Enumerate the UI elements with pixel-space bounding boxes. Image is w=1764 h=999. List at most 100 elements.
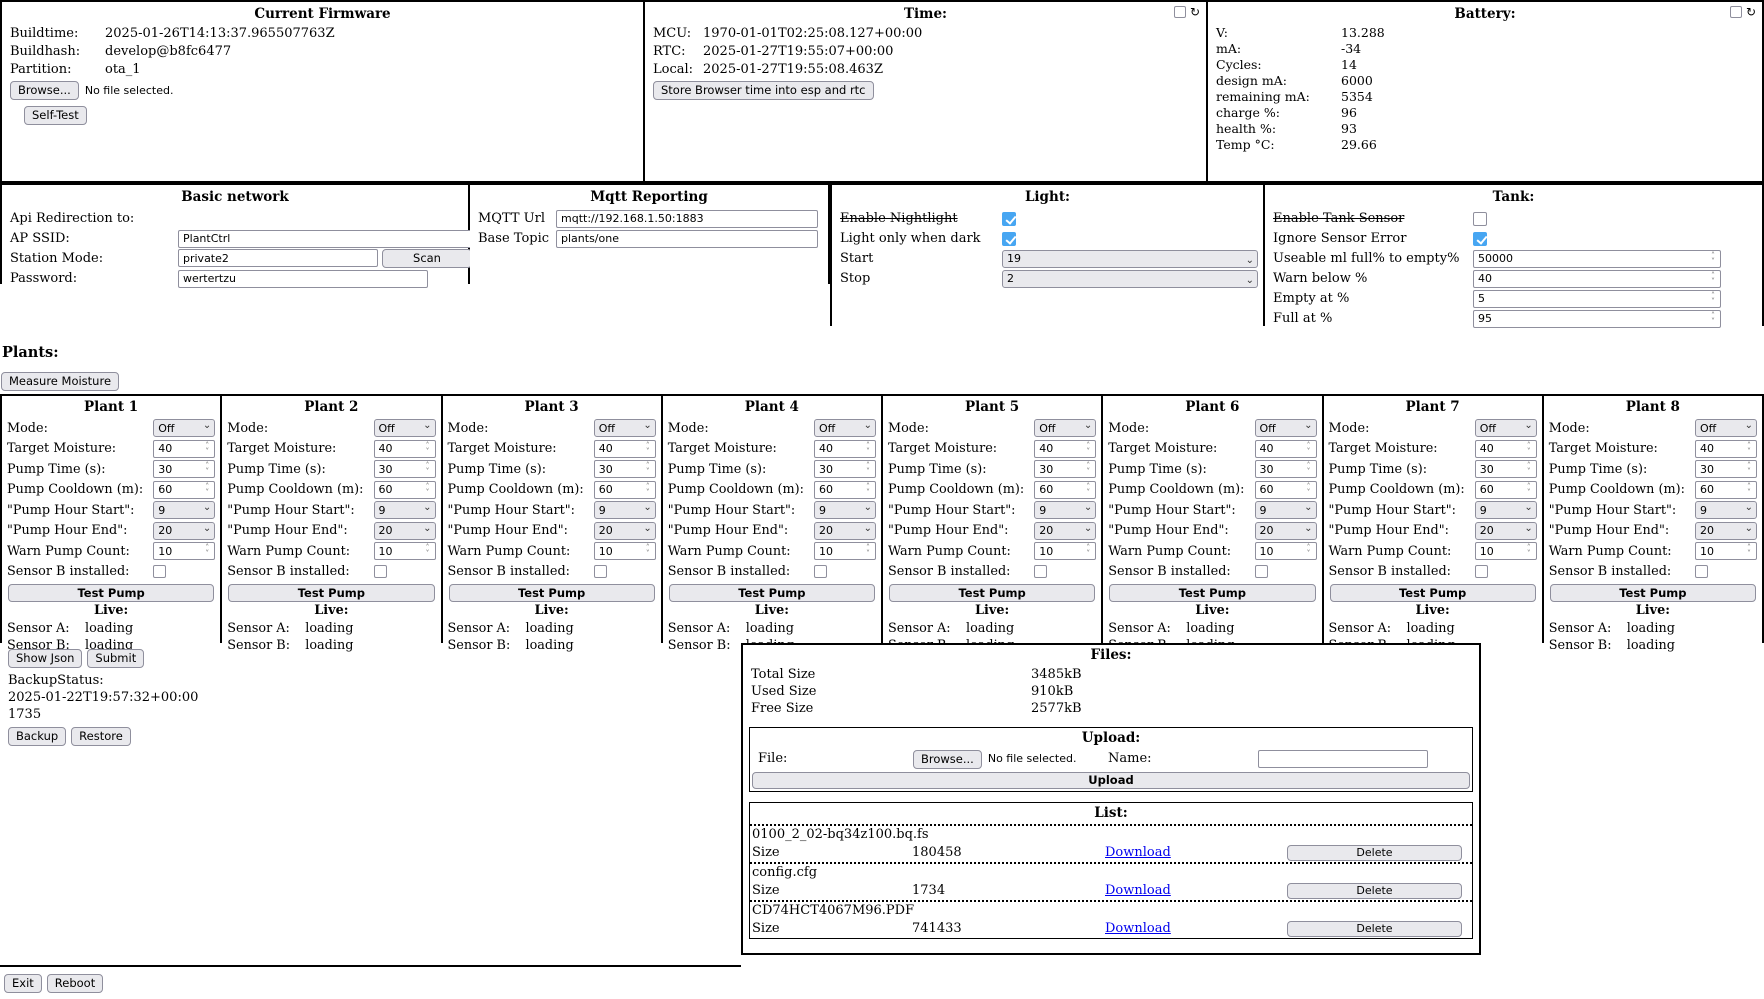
spinner-icon[interactable]: ˄˅ — [642, 543, 654, 559]
spinner-icon[interactable]: ˄˅ — [642, 482, 654, 498]
spinner-icon[interactable]: ˄˅ — [1303, 441, 1315, 457]
spinner-icon[interactable]: ˄˅ — [1707, 251, 1719, 267]
test-pump-button[interactable]: Test Pump — [1330, 584, 1536, 602]
backup-button[interactable]: Backup — [8, 727, 66, 746]
delete-button[interactable]: Delete — [1287, 883, 1462, 899]
sensor-b-installed-checkbox[interactable] — [814, 565, 827, 578]
spinner-icon[interactable]: ˄˅ — [1523, 461, 1535, 477]
reboot-button[interactable]: Reboot — [47, 974, 103, 993]
ignore-sensor-error-checkbox[interactable] — [1473, 232, 1487, 246]
sensor-b-installed-checkbox[interactable] — [153, 565, 166, 578]
spinner-icon[interactable]: ˄˅ — [1082, 543, 1094, 559]
pump-hour-end-select[interactable]: 20 — [153, 522, 215, 540]
spinner-icon[interactable]: ˄˅ — [201, 461, 213, 477]
sensor-b-installed-checkbox[interactable] — [1475, 565, 1488, 578]
download-link[interactable]: Download — [1097, 843, 1287, 862]
full-at-input[interactable] — [1474, 311, 1720, 327]
pump-hour-end-select[interactable]: 20 — [1255, 522, 1317, 540]
sensor-b-installed-checkbox[interactable] — [1034, 565, 1047, 578]
pump-hour-start-select[interactable]: 9 — [374, 501, 436, 519]
sensor-b-installed-checkbox[interactable] — [374, 565, 387, 578]
show-json-button[interactable]: Show Json — [8, 649, 82, 668]
mqtt-url-input[interactable] — [556, 210, 818, 228]
spinner-icon[interactable]: ˄˅ — [1707, 291, 1719, 307]
spinner-icon[interactable]: ˄˅ — [1082, 461, 1094, 477]
pump-hour-end-select[interactable]: 20 — [1475, 522, 1537, 540]
spinner-icon[interactable]: ˄˅ — [422, 482, 434, 498]
light-start-select[interactable]: 19 — [1002, 250, 1258, 268]
refresh-icon[interactable]: ↻ — [1190, 6, 1200, 18]
pump-hour-end-select[interactable]: 20 — [814, 522, 876, 540]
download-link[interactable]: Download — [1097, 919, 1287, 938]
spinner-icon[interactable]: ˄˅ — [1523, 441, 1535, 457]
test-pump-button[interactable]: Test Pump — [8, 584, 214, 602]
spinner-icon[interactable]: ˄˅ — [1743, 461, 1755, 477]
pump-hour-start-select[interactable]: 9 — [153, 501, 215, 519]
self-test-button[interactable]: Self-Test — [24, 106, 87, 125]
delete-button[interactable]: Delete — [1287, 921, 1462, 937]
spinner-icon[interactable]: ˄˅ — [1743, 441, 1755, 457]
upload-browse-button[interactable]: Browse... — [913, 750, 982, 769]
measure-moisture-button[interactable]: Measure Moisture — [1, 372, 119, 391]
test-pump-button[interactable]: Test Pump — [669, 584, 875, 602]
sensor-b-installed-checkbox[interactable] — [1255, 565, 1268, 578]
firmware-browse-button[interactable]: Browse... — [10, 81, 79, 100]
test-pump-button[interactable]: Test Pump — [889, 584, 1095, 602]
mode-select[interactable]: Off — [594, 419, 656, 437]
test-pump-button[interactable]: Test Pump — [449, 584, 655, 602]
upload-button[interactable]: Upload — [752, 772, 1470, 789]
pump-hour-start-select[interactable]: 9 — [1695, 501, 1757, 519]
mode-select[interactable]: Off — [1255, 419, 1317, 437]
spinner-icon[interactable]: ˄˅ — [1743, 482, 1755, 498]
base-topic-input[interactable] — [556, 230, 818, 248]
spinner-icon[interactable]: ˄˅ — [201, 543, 213, 559]
pump-hour-start-select[interactable]: 9 — [1255, 501, 1317, 519]
spinner-icon[interactable]: ˄˅ — [862, 543, 874, 559]
battery-auto-refresh-checkbox[interactable] — [1730, 6, 1742, 18]
station-ssid-input[interactable] — [178, 249, 378, 267]
useable-ml-input[interactable] — [1474, 251, 1720, 267]
scan-button[interactable]: Scan — [382, 249, 472, 268]
spinner-icon[interactable]: ˄˅ — [1303, 543, 1315, 559]
mode-select[interactable]: Off — [1475, 419, 1537, 437]
submit-button[interactable]: Submit — [87, 649, 144, 668]
upload-name-input[interactable] — [1258, 750, 1428, 768]
spinner-icon[interactable]: ˄˅ — [862, 461, 874, 477]
pump-hour-end-select[interactable]: 20 — [594, 522, 656, 540]
password-input[interactable] — [178, 270, 428, 288]
spinner-icon[interactable]: ˄˅ — [1707, 271, 1719, 287]
spinner-icon[interactable]: ˄˅ — [201, 482, 213, 498]
spinner-icon[interactable]: ˄˅ — [1743, 543, 1755, 559]
spinner-icon[interactable]: ˄˅ — [201, 441, 213, 457]
mode-select[interactable]: Off — [1034, 419, 1096, 437]
warn-below-input[interactable] — [1474, 271, 1720, 287]
spinner-icon[interactable]: ˄˅ — [1303, 482, 1315, 498]
restore-button[interactable]: Restore — [71, 727, 131, 746]
pump-hour-start-select[interactable]: 9 — [1034, 501, 1096, 519]
light-stop-select[interactable]: 2 — [1002, 270, 1258, 288]
spinner-icon[interactable]: ˄˅ — [862, 482, 874, 498]
spinner-icon[interactable]: ˄˅ — [642, 461, 654, 477]
light-only-dark-checkbox[interactable] — [1002, 232, 1016, 246]
mode-select[interactable]: Off — [1695, 419, 1757, 437]
exit-button[interactable]: Exit — [4, 974, 42, 993]
test-pump-button[interactable]: Test Pump — [1109, 584, 1315, 602]
pump-hour-start-select[interactable]: 9 — [814, 501, 876, 519]
spinner-icon[interactable]: ˄˅ — [642, 441, 654, 457]
pump-hour-end-select[interactable]: 20 — [1695, 522, 1757, 540]
spinner-icon[interactable]: ˄˅ — [1303, 461, 1315, 477]
mode-select[interactable]: Off — [153, 419, 215, 437]
test-pump-button[interactable]: Test Pump — [228, 584, 434, 602]
pump-hour-end-select[interactable]: 20 — [374, 522, 436, 540]
empty-at-input[interactable] — [1474, 291, 1720, 307]
pump-hour-start-select[interactable]: 9 — [1475, 501, 1537, 519]
delete-button[interactable]: Delete — [1287, 845, 1462, 861]
enable-nightlight-checkbox[interactable] — [1002, 212, 1016, 226]
pump-hour-start-select[interactable]: 9 — [594, 501, 656, 519]
spinner-icon[interactable]: ˄˅ — [1082, 441, 1094, 457]
sensor-b-installed-checkbox[interactable] — [1695, 565, 1708, 578]
download-link[interactable]: Download — [1097, 881, 1287, 900]
spinner-icon[interactable]: ˄˅ — [1082, 482, 1094, 498]
spinner-icon[interactable]: ˄˅ — [1707, 311, 1719, 327]
mode-select[interactable]: Off — [374, 419, 436, 437]
